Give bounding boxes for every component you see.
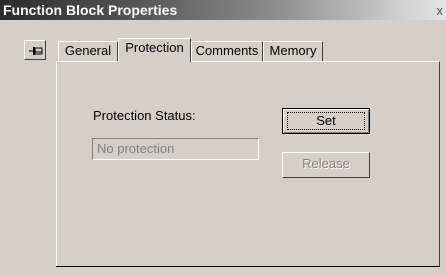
release-button[interactable]: Release: [282, 152, 370, 178]
pin-button[interactable]: [24, 40, 46, 60]
protection-status-label: Protection Status:: [93, 108, 196, 123]
tab-protection[interactable]: Protection: [118, 38, 191, 62]
set-button[interactable]: Set: [282, 108, 370, 134]
set-button-label: Set: [287, 112, 365, 130]
panel-bottom-edge: [56, 266, 440, 267]
dialog-window: Function Block Properties x General Prot…: [0, 0, 446, 275]
tab-comments[interactable]: Comments: [191, 41, 263, 61]
pushpin-icon: [29, 47, 43, 55]
protection-status-field: No protection: [92, 138, 259, 160]
tab-general[interactable]: General: [58, 41, 118, 61]
window-title: Function Block Properties: [3, 2, 178, 18]
close-icon[interactable]: x: [437, 3, 444, 18]
tab-memory[interactable]: Memory: [263, 41, 323, 61]
title-bar[interactable]: Function Block Properties x: [0, 0, 446, 20]
protection-panel: [56, 61, 440, 267]
